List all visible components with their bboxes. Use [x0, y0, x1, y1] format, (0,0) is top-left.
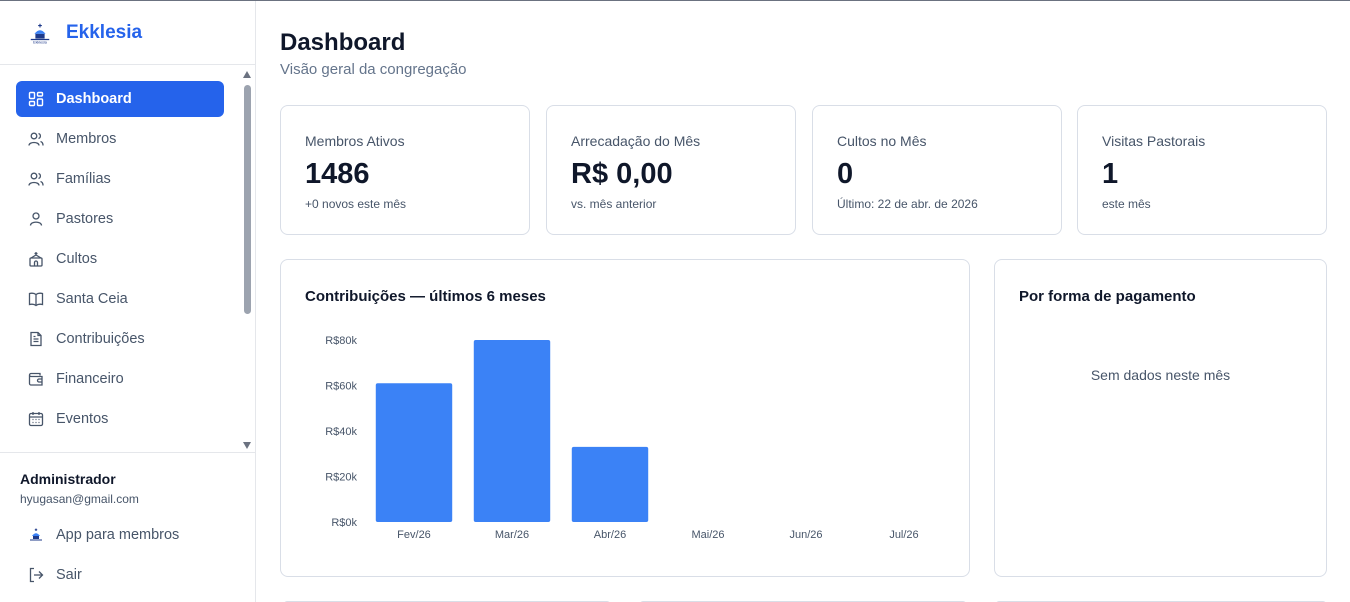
payment-method-card: Por forma de pagamento Sem dados neste m…	[994, 259, 1327, 577]
contributions-chart: R$0k R$20k R$40k R$60k R$80k Fev/26 Mar/26 Abr/…	[325, 335, 918, 541]
logout-label: Sair	[56, 567, 82, 583]
grid-icon	[28, 91, 44, 107]
sidebar: Ekklesia Ekklesia Dashboard Membros Famí…	[0, 1, 256, 602]
app-for-members-label: App para membros	[56, 527, 180, 543]
sidebar-item-label: Famílias	[56, 171, 111, 187]
contributions-chart-card: R$0k R$20k R$40k R$60k R$80k Fev/26 Mar/26 Abr/…	[280, 259, 970, 577]
users-icon	[28, 131, 44, 147]
user-name: Administrador	[20, 471, 116, 487]
x-tick-label: Jun/26	[789, 529, 822, 541]
wallet-icon	[28, 371, 44, 387]
sidebar-item-eventos[interactable]: Eventos	[16, 401, 224, 437]
stat-label: Cultos no Mês	[837, 133, 927, 149]
stat-value: 1	[1102, 158, 1119, 190]
brand-name: Ekklesia	[66, 21, 143, 43]
y-tick-label: R$60k	[325, 381, 357, 393]
sidebar-item-pastores[interactable]: Pastores	[16, 201, 224, 237]
stat-card-services: Cultos no Mês 0 Último: 22 de abr. de 20…	[812, 105, 1062, 235]
chart-bar[interactable]	[375, 383, 453, 522]
stat-value: R$ 0,00	[571, 158, 673, 190]
y-tick-label: R$40k	[325, 426, 357, 438]
sidebar-item-familias[interactable]: Famílias	[16, 161, 224, 197]
stat-label: Arrecadação do Mês	[571, 133, 701, 149]
sidebar-item-cultos[interactable]: Cultos	[16, 241, 224, 277]
church-app-icon	[28, 527, 44, 543]
page-subtitle: Visão geral da congregação	[280, 61, 467, 78]
chart-bar[interactable]	[571, 446, 649, 522]
book-icon	[28, 291, 44, 307]
logout-button[interactable]: Sair	[28, 567, 82, 583]
church-icon	[28, 251, 44, 267]
family-icon	[28, 171, 44, 187]
x-tick-label: Abr/26	[594, 529, 626, 541]
x-tick-label: Mar/26	[495, 529, 529, 541]
logo-wordmark: Ekklesia	[33, 40, 48, 44]
logout-icon	[28, 567, 44, 583]
x-tick-label: Mai/26	[691, 529, 724, 541]
calendar-icon	[28, 411, 44, 427]
payment-card-title: Por forma de pagamento	[1019, 288, 1196, 305]
sidebar-item-financeiro[interactable]: Financeiro	[16, 361, 224, 397]
main-content: Dashboard Visão geral da congregação Mem…	[256, 1, 1350, 602]
stat-label: Visitas Pastorais	[1102, 133, 1206, 149]
sidebar-item-label: Financeiro	[56, 371, 124, 387]
sidebar-item-label: Pastores	[56, 211, 114, 227]
stat-note: vs. mês anterior	[571, 197, 657, 211]
sidebar-item-dashboard[interactable]: Dashboard	[16, 81, 224, 117]
sidebar-item-label: Dashboard	[56, 91, 132, 107]
sidebar-nav: Dashboard Membros Famílias Pastores Cult…	[16, 81, 224, 441]
stat-note: Último: 22 de abr. de 2026	[837, 197, 978, 211]
user-email: hyugasan@gmail.com	[20, 492, 139, 506]
scrollbar-thumb[interactable]	[244, 85, 251, 314]
empty-state-message: Sem dados neste mês	[1090, 367, 1231, 383]
app-for-members-link[interactable]: App para membros	[28, 527, 179, 543]
stat-note: +0 novos este mês	[305, 197, 407, 211]
stat-card-members: Membros Ativos 1486 +0 novos este mês	[280, 105, 530, 235]
user-area: Administrador hyugasan@gmail.com App par…	[0, 452, 255, 583]
sidebar-item-contribuicoes[interactable]: Contribuições	[16, 321, 224, 357]
sidebar-item-label: Membros	[56, 131, 117, 147]
sidebar-item-membros[interactable]: Membros	[16, 121, 224, 157]
brand[interactable]: Ekklesia Ekklesia	[0, 1, 255, 65]
file-text-icon	[28, 331, 44, 347]
y-tick-label: R$0k	[331, 517, 357, 529]
sidebar-item-santa-ceia[interactable]: Santa Ceia	[16, 281, 224, 317]
stat-note: este mês	[1102, 197, 1151, 211]
sidebar-item-label: Contribuições	[56, 331, 145, 347]
church-logo-icon: Ekklesia	[28, 21, 52, 45]
stat-card-pastoral-visits: Visitas Pastorais 1 este mês	[1077, 105, 1327, 235]
chart-bar[interactable]	[473, 340, 551, 522]
sidebar-item-label: Cultos	[56, 251, 98, 267]
y-tick-label: R$20k	[325, 472, 357, 484]
scroll-down-arrow-icon[interactable]	[243, 442, 251, 449]
x-tick-label: Fev/26	[397, 529, 431, 541]
sidebar-item-label: Santa Ceia	[56, 291, 128, 307]
sidebar-scrollbar[interactable]	[243, 71, 252, 449]
scroll-up-arrow-icon[interactable]	[243, 71, 251, 78]
sidebar-nav-scroll[interactable]: Dashboard Membros Famílias Pastores Cult…	[0, 65, 255, 452]
stat-value: 1486	[305, 158, 370, 190]
x-tick-label: Jul/26	[889, 529, 918, 541]
sidebar-item-label: Eventos	[56, 411, 109, 427]
stat-label: Membros Ativos	[305, 133, 405, 149]
chart-title: Contribuições — últimos 6 meses	[305, 288, 546, 305]
stat-card-revenue: Arrecadação do Mês R$ 0,00 vs. mês anter…	[546, 105, 796, 235]
page-title: Dashboard	[280, 29, 406, 56]
user-icon	[28, 211, 44, 227]
stat-value: 0	[837, 158, 854, 190]
y-tick-label: R$80k	[325, 335, 357, 347]
